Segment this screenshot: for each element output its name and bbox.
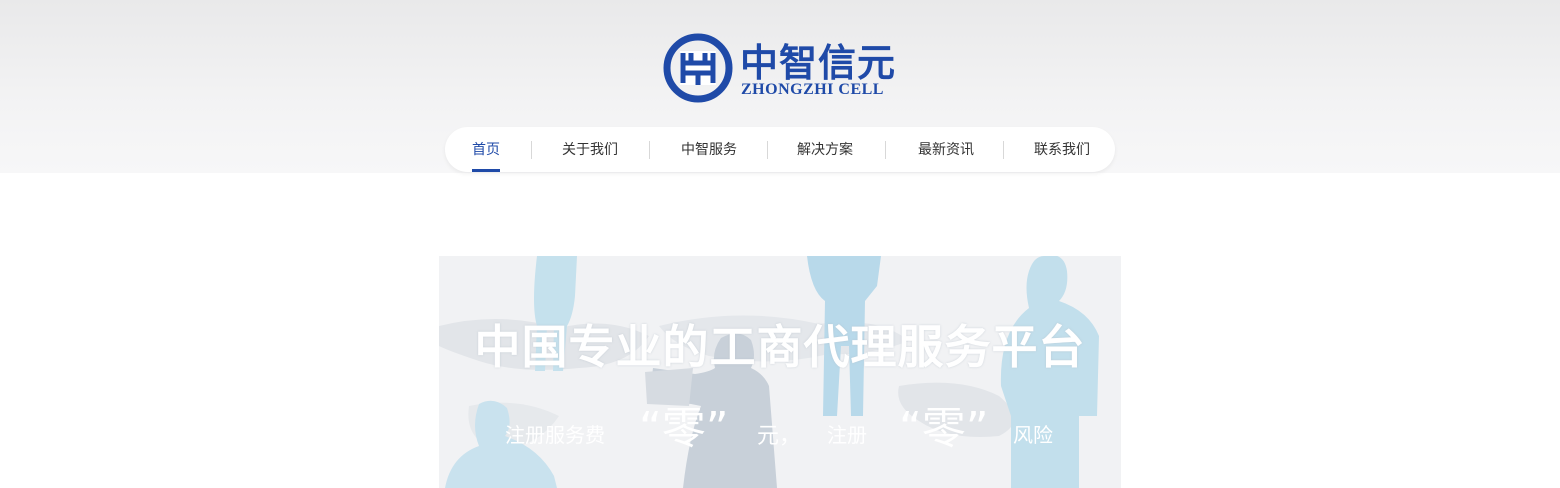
banner-subtitle-zero: “零” (899, 403, 989, 454)
nav-item-label: 最新资讯 (918, 142, 974, 158)
nav-item-about[interactable]: 关于我们 (562, 127, 618, 172)
nav-divider (531, 141, 532, 159)
nav-divider (767, 141, 768, 159)
nav-item-home[interactable]: 首页 (472, 127, 500, 172)
banner-subtitle-part: 元， (757, 424, 802, 449)
nav-divider (885, 141, 886, 159)
nav-item-label: 解决方案 (797, 142, 853, 158)
brand-name-cn: 中智信元 (740, 41, 897, 85)
nav-item-label: 关于我们 (562, 142, 618, 158)
brand-logo-mark (663, 33, 733, 103)
site-header: 中智信元 ZHONGZHI CELL 首页 关于我们 中智服务 解决方案 最新资… (0, 0, 1560, 173)
nav-item-solutions[interactable]: 解决方案 (797, 127, 853, 172)
nav-item-label: 中智服务 (681, 142, 737, 158)
nav-divider (1003, 141, 1004, 159)
nav-item-label: 首页 (472, 142, 500, 158)
nav-item-label: 联系我们 (1034, 142, 1090, 158)
nav-divider (649, 141, 650, 159)
brand-name-en: ZHONGZHI CELL (741, 81, 884, 98)
banner-subtitle-part: 注册服务费 (505, 423, 605, 447)
brand-logo[interactable]: 中智信元 ZHONGZHI CELL (663, 33, 903, 103)
nav-item-contact[interactable]: 联系我们 (1034, 127, 1090, 172)
banner-subtitle-part: 注册 (827, 423, 867, 447)
banner-title: 中国专业的工商代理服务平台 (474, 320, 1086, 374)
banner-subtitle-zero: “零” (639, 403, 729, 454)
main-nav: 首页 关于我们 中智服务 解决方案 最新资讯 联系我们 (445, 127, 1115, 172)
banner-subtitle-part: 风险 (1013, 423, 1053, 447)
nav-item-news[interactable]: 最新资讯 (918, 127, 974, 172)
hero-banner[interactable]: 中国专业的工商代理服务平台 注册服务费 “零” 元， 注册 “零” 风险 (439, 256, 1121, 488)
nav-item-services[interactable]: 中智服务 (681, 127, 737, 172)
active-indicator (472, 169, 500, 172)
